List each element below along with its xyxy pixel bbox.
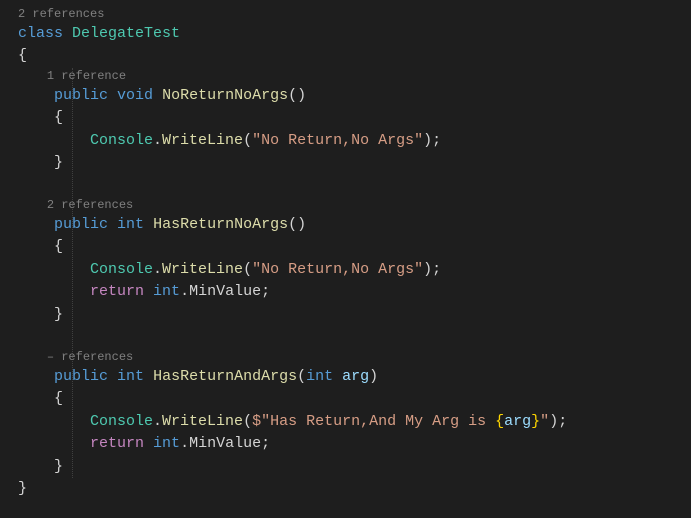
brace-close: } xyxy=(18,456,691,479)
brace-open: { xyxy=(18,388,691,411)
keyword-public: public xyxy=(54,368,108,385)
statement-writeline-1: Console.WriteLine("No Return,No Args"); xyxy=(18,130,691,153)
brace-close: } xyxy=(18,304,691,327)
codelens-class[interactable]: 2 references xyxy=(18,6,691,23)
codelens-method-2[interactable]: 2 references xyxy=(18,197,691,214)
keyword-public: public xyxy=(54,87,108,104)
type-console: Console xyxy=(90,413,153,430)
method-signature-3: public int HasReturnAndArgs(int arg) xyxy=(18,366,691,389)
keyword-class: class xyxy=(18,25,63,42)
type-console: Console xyxy=(90,132,153,149)
statement-writeline-3: Console.WriteLine($"Has Return,And My Ar… xyxy=(18,411,691,434)
statement-writeline-2: Console.WriteLine("No Return,No Args"); xyxy=(18,259,691,282)
param-type: int xyxy=(306,368,333,385)
method-name-2: HasReturnNoArgs xyxy=(153,216,288,233)
string-literal-2: "No Return,No Args" xyxy=(252,261,423,278)
blank-line xyxy=(18,326,691,349)
brace-open: { xyxy=(18,236,691,259)
keyword-int: int xyxy=(117,368,144,385)
keyword-return: return xyxy=(90,435,144,452)
brace-open: { xyxy=(18,107,691,130)
method-signature-2: public int HasReturnNoArgs() xyxy=(18,214,691,237)
blank-line xyxy=(18,175,691,198)
class-declaration-line: class DelegateTest xyxy=(18,23,691,46)
keyword-return: return xyxy=(90,283,144,300)
keyword-int: int xyxy=(117,216,144,233)
keyword-public: public xyxy=(54,216,108,233)
codelens-method-1[interactable]: 1 reference xyxy=(18,68,691,85)
brace-close: } xyxy=(18,152,691,175)
brace-open: { xyxy=(18,45,691,68)
codelens-method-3[interactable]: – references xyxy=(18,349,691,366)
class-name: DelegateTest xyxy=(72,25,180,42)
member-minvalue: MinValue xyxy=(189,435,261,452)
method-signature-1: public void NoReturnNoArgs() xyxy=(18,85,691,108)
method-name-1: NoReturnNoArgs xyxy=(162,87,288,104)
type-console: Console xyxy=(90,261,153,278)
code-editor[interactable]: 2 references class DelegateTest { 1 refe… xyxy=(0,0,691,507)
method-name-3: HasReturnAndArgs xyxy=(153,368,297,385)
statement-return-2: return int.MinValue; xyxy=(18,281,691,304)
param-name: arg xyxy=(342,368,369,385)
keyword-int-ref: int xyxy=(153,435,180,452)
keyword-void: void xyxy=(117,87,153,104)
brace-close: } xyxy=(18,478,691,501)
method-writeline: WriteLine xyxy=(162,132,243,149)
member-minvalue: MinValue xyxy=(189,283,261,300)
statement-return-3: return int.MinValue; xyxy=(18,433,691,456)
interp-variable: arg xyxy=(504,413,531,430)
string-interp-prefix: $"Has Return,And My Arg is xyxy=(252,413,495,430)
keyword-int-ref: int xyxy=(153,283,180,300)
string-interp-suffix: " xyxy=(540,413,549,430)
method-writeline: WriteLine xyxy=(162,413,243,430)
method-writeline: WriteLine xyxy=(162,261,243,278)
string-literal-1: "No Return,No Args" xyxy=(252,132,423,149)
